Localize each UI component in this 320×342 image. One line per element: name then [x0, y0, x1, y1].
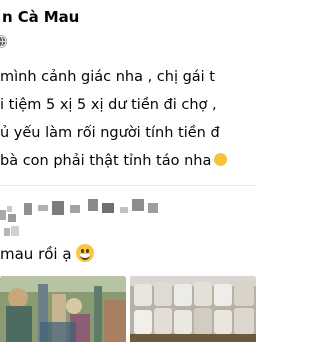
post-text-line-2: i tiệm 5 xị 5 xị dư tiền đi chợ , [0, 97, 217, 113]
post-text-line-4: bà con phải thật tỉnh táo nha [0, 152, 228, 170]
post-text-line-4-text: bà con phải thật tỉnh táo nha [0, 153, 212, 169]
comment-text-row: mau rồi ạ [0, 244, 94, 264]
pixelated-avatar [0, 206, 18, 224]
comment-text: mau rồi ạ [0, 245, 72, 263]
pixelated-commenter-name [22, 197, 162, 221]
photo-market-stall[interactable] [0, 276, 126, 342]
post-text-line-3: ủ yếu làm rối người tính tiền đ [0, 125, 220, 141]
photo-stacked-goods[interactable] [130, 276, 256, 342]
divider [0, 185, 256, 186]
smiling-face-emoji-icon [214, 153, 228, 166]
group-title[interactable]: n Cà Mau [2, 8, 79, 26]
pixelated-badge [4, 226, 22, 238]
post-text-line-1: mình cảnh giác nha , chị gái t [0, 69, 215, 85]
globe-icon [0, 35, 7, 48]
grinning-face-emoji-icon [75, 244, 94, 262]
